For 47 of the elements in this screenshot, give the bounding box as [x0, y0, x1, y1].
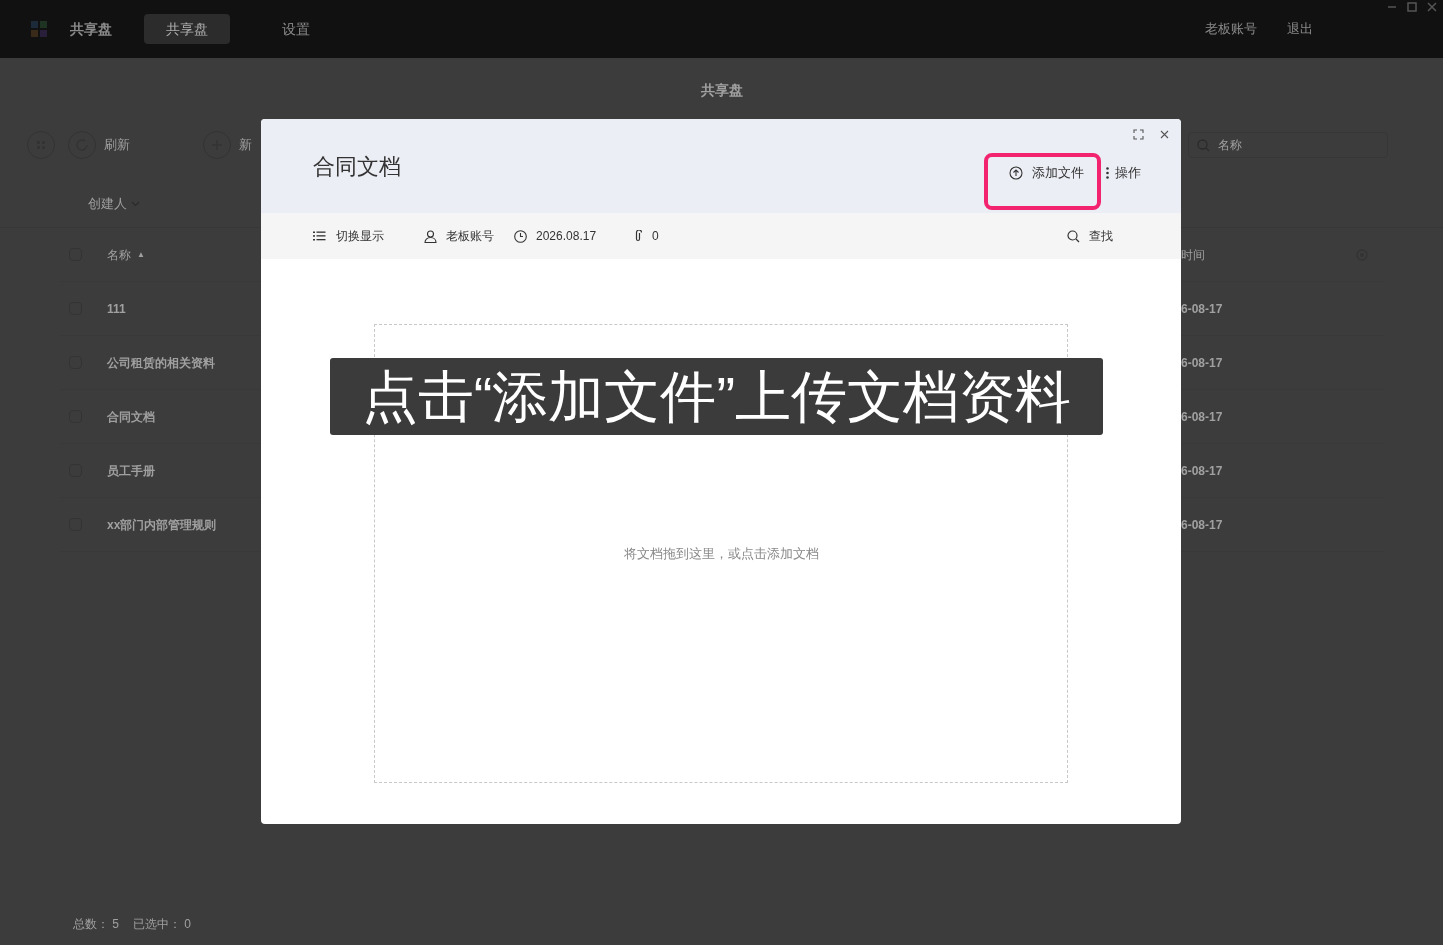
- close-icon[interactable]: [1160, 130, 1169, 139]
- close-icon[interactable]: [1427, 2, 1437, 12]
- table-cell-text: 6-08-17: [1181, 300, 1223, 318]
- view-toggle-button[interactable]: 切换显示: [313, 227, 384, 245]
- upload-icon: [1009, 166, 1023, 180]
- table-cell-text: 6-08-17: [1181, 462, 1223, 480]
- column-header: 时间: [1181, 246, 1205, 264]
- dialog-title: 合同文档: [313, 152, 401, 181]
- table-cell-text: 6-08-17: [1181, 408, 1223, 426]
- nav-tab[interactable]: 共享盘: [144, 14, 230, 44]
- table-cell-text: xx部门内部管理规则: [107, 516, 218, 534]
- search-icon: [1067, 229, 1080, 243]
- find-button[interactable]: 查找: [1067, 227, 1113, 245]
- paperclip-icon: [634, 230, 643, 242]
- logout-link[interactable]: 退出: [1287, 19, 1313, 39]
- creator-filter[interactable]: 创建人: [88, 193, 140, 214]
- table-cell-text: 合同文档: [107, 408, 156, 426]
- attachment-count: 0: [652, 228, 659, 245]
- maximize-icon[interactable]: [1407, 2, 1417, 12]
- more-actions-button[interactable]: 操作: [1106, 163, 1141, 183]
- search-input[interactable]: 名称: [1218, 136, 1368, 154]
- table-cell-text: 6-08-17: [1181, 354, 1223, 372]
- more-icon: [1106, 167, 1109, 179]
- owner-name: 老板账号: [446, 228, 494, 245]
- created-date: 2026.08.17: [536, 228, 597, 245]
- add-file-button[interactable]: 添加文件: [987, 153, 1106, 193]
- drop-hint: 将文档拖到这里，或点击添加文档: [623, 544, 819, 563]
- page-title: 共享盘: [700, 81, 743, 100]
- total-count: 总数： 5: [73, 916, 119, 933]
- table-cell-text: 员工手册: [107, 462, 156, 480]
- refresh-button[interactable]: 刷新: [68, 131, 130, 159]
- clock-icon: [514, 229, 527, 243]
- column-header[interactable]: 名称: [107, 245, 131, 264]
- search-field[interactable]: 名称: [1188, 132, 1388, 158]
- app-logo-icon: [30, 20, 48, 38]
- table-cell-text: 公司租赁的相关资料: [107, 354, 216, 372]
- selected-count: 已选中： 0: [133, 916, 192, 933]
- table-cell-text: 6-08-17: [1181, 516, 1223, 534]
- user-icon: [424, 229, 437, 243]
- sort-indicator[interactable]: ▲: [137, 248, 145, 261]
- fullscreen-icon[interactable]: [1133, 129, 1144, 140]
- caption-banner: 点击“添加文件”上传文档资料: [330, 358, 1103, 435]
- nav-tab[interactable]: 设置: [260, 14, 332, 44]
- table-cell-text: 111: [107, 300, 127, 318]
- app-name: 共享盘: [70, 19, 113, 39]
- list-icon: [313, 231, 326, 241]
- user-account[interactable]: 老板账号: [1205, 19, 1257, 39]
